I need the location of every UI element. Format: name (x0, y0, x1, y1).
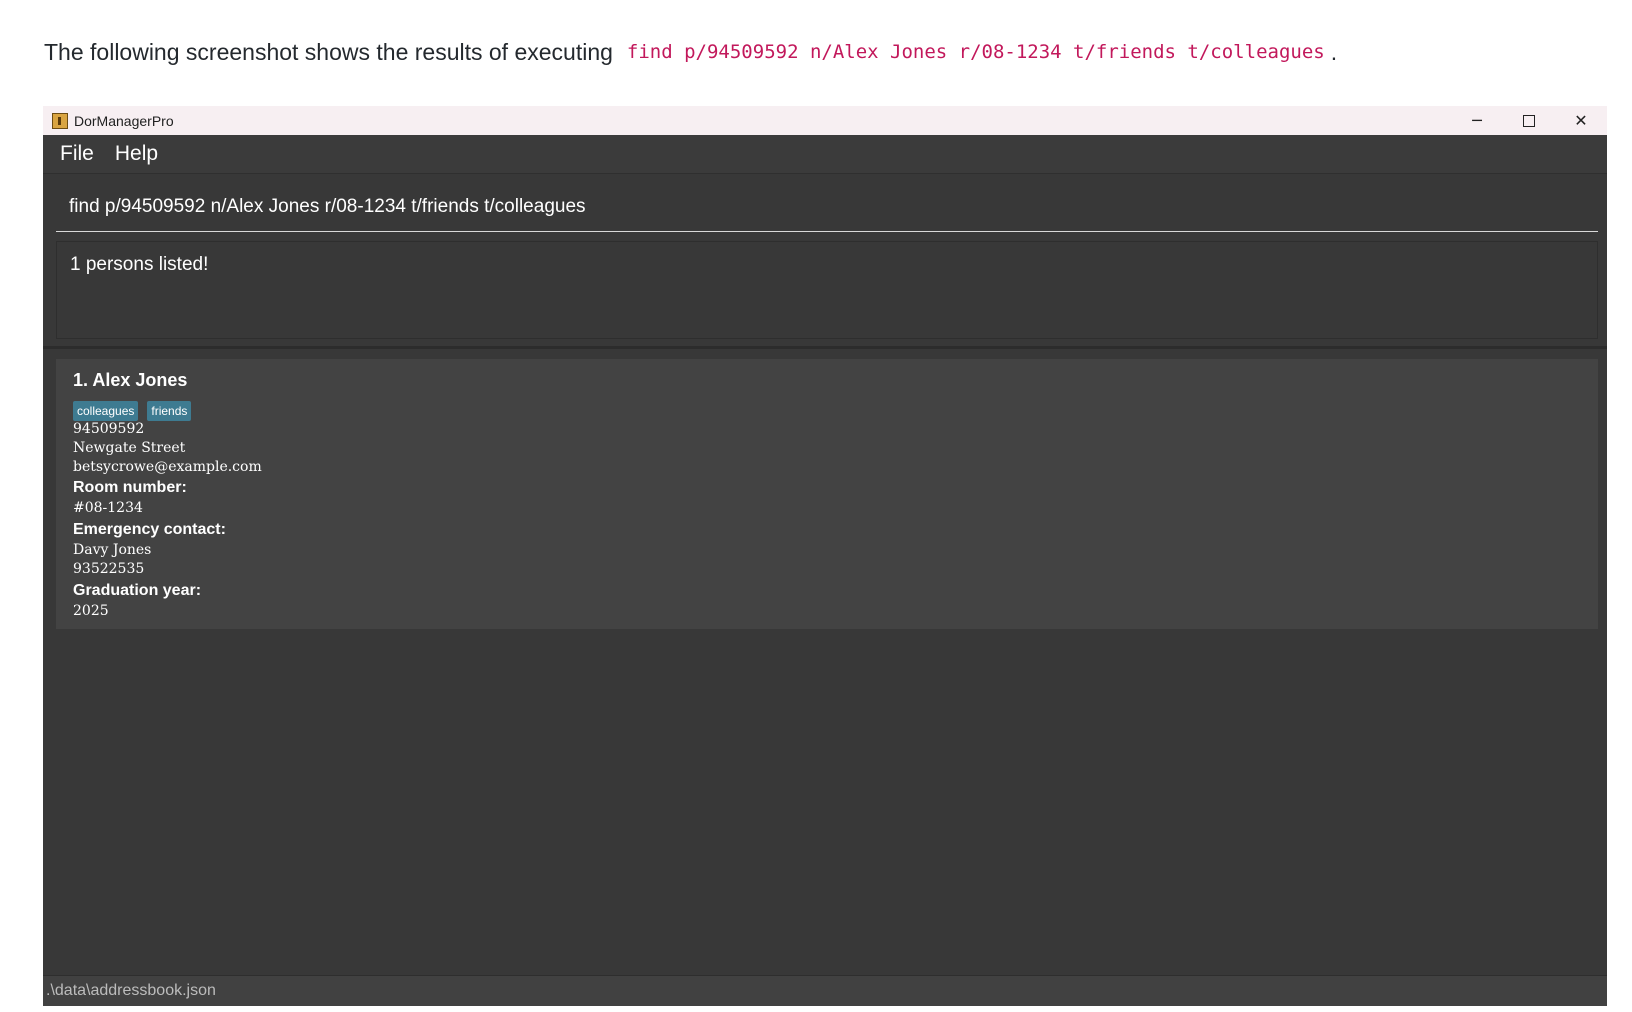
command-box[interactable]: find p/94509592 n/Alex Jones r/08-1234 t… (56, 184, 1598, 232)
doc-period: . (1330, 38, 1338, 65)
close-button[interactable]: ✕ (1555, 106, 1607, 135)
emergency-name: Davy Jones (73, 542, 152, 558)
person-name: 1. Alex Jones (73, 370, 188, 390)
emergency-phone: 93522535 (73, 561, 145, 577)
maximize-icon (1523, 114, 1535, 127)
person-room: #08-1234 (73, 500, 143, 516)
grad-label: Graduation year: (73, 582, 202, 599)
status-bar: .\data\addressbook.json (43, 975, 1607, 1006)
room-label: Room number: (73, 479, 187, 496)
doc-command-code: find p/94509592 n/Alex Jones r/08-1234 t… (626, 41, 1325, 63)
minimize-icon: ─ (1472, 111, 1482, 130)
close-icon: ✕ (1574, 111, 1588, 130)
data-file-path: .\data\addressbook.json (46, 982, 216, 999)
emergency-label: Emergency contact: (73, 521, 226, 538)
menu-bar: File Help (43, 135, 1607, 174)
menu-help[interactable]: Help (115, 142, 158, 166)
menu-file[interactable]: File (60, 142, 94, 166)
person-phone: 94509592 (73, 421, 145, 437)
grad-year: 2025 (73, 603, 109, 619)
tag-colleagues: colleagues (73, 401, 139, 421)
command-input[interactable]: find p/94509592 n/Alex Jones r/08-1234 t… (69, 196, 586, 218)
maximize-button[interactable] (1503, 106, 1555, 135)
tag-friends: friends (147, 401, 192, 421)
app-window: DorManagerPro ─ ✕ File Help find p/94509… (43, 106, 1607, 1006)
app-icon (52, 112, 68, 129)
doc-description: The following screenshot shows the resul… (44, 34, 1604, 70)
minimize-button[interactable]: ─ (1451, 106, 1503, 135)
person-email: betsycrowe@example.com (73, 459, 262, 475)
person-address: Newgate Street (73, 440, 186, 456)
result-text: 1 persons listed! (70, 254, 209, 275)
doc-intro-text: The following screenshot shows the resul… (44, 38, 613, 65)
tag-list: colleagues friends (73, 401, 192, 421)
window-controls: ─ ✕ (1451, 106, 1607, 135)
title-bar: DorManagerPro ─ ✕ (43, 106, 1607, 135)
window-title: DorManagerPro (74, 112, 174, 129)
result-display: 1 persons listed! (56, 241, 1598, 339)
person-card[interactable]: 1. Alex Jones colleagues friends 9450959… (56, 359, 1598, 629)
person-list[interactable]: 1. Alex Jones colleagues friends 9450959… (43, 349, 1607, 975)
